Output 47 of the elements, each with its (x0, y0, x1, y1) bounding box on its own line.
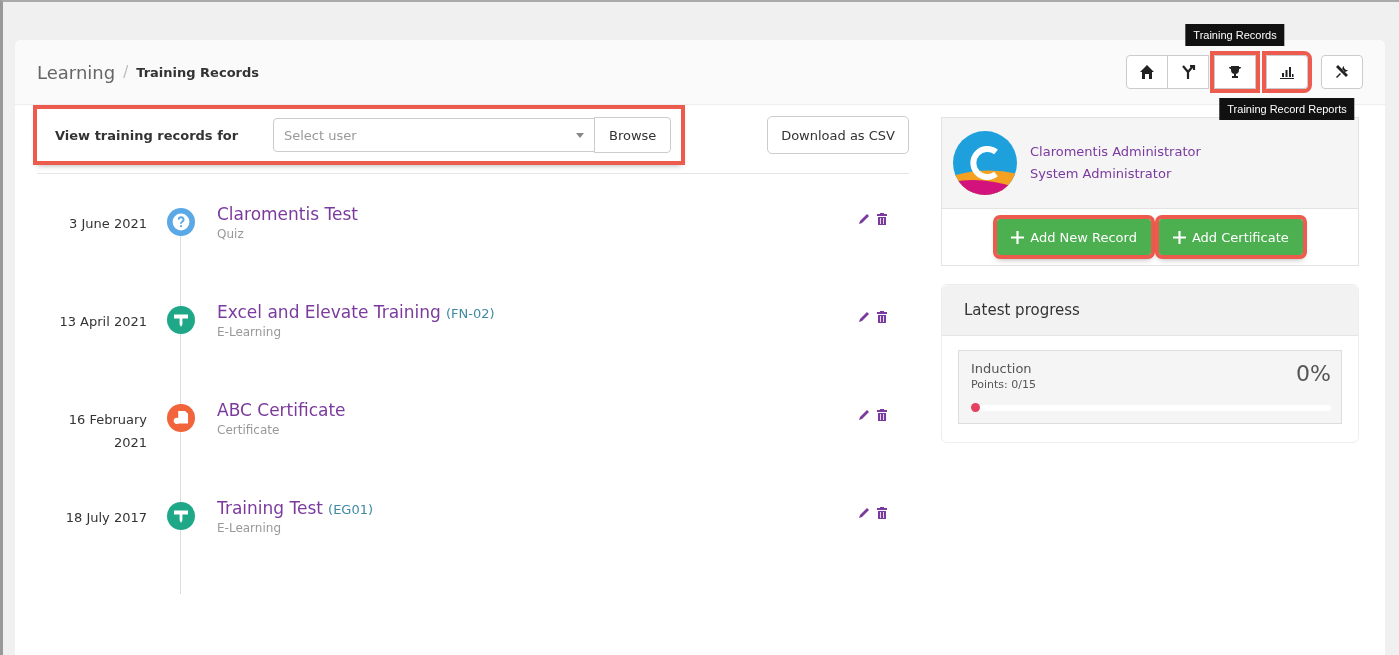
profile-role[interactable]: System Administrator (1030, 163, 1201, 185)
record-title[interactable]: ABC Certificate (217, 400, 346, 420)
tools-button[interactable] (1321, 55, 1363, 89)
record-title[interactable]: Training Test (217, 498, 323, 518)
delete-icon[interactable] (875, 506, 889, 520)
edit-icon[interactable] (857, 408, 871, 422)
record-code: (EG01) (328, 502, 374, 517)
edit-icon[interactable] (857, 310, 871, 324)
record-date: 18 July 2017 (64, 509, 147, 527)
tooltip: Training Records (1185, 24, 1285, 46)
chart-icon (1279, 64, 1295, 80)
record-date: 13 April 2021 (58, 313, 147, 331)
plus-icon (1011, 230, 1025, 244)
delete-icon[interactable] (875, 212, 889, 226)
panel-title: Latest progress (942, 285, 1358, 336)
fork-button[interactable] (1167, 55, 1209, 89)
edit-icon[interactable] (857, 506, 871, 520)
breadcrumb-current: Training Records (136, 64, 259, 80)
tooltip: Training Record Reports (1219, 98, 1355, 120)
browse-button[interactable]: Browse (594, 117, 672, 153)
breadcrumb-separator: / (123, 63, 129, 81)
trophy-icon (1227, 64, 1243, 80)
caret-icon (576, 132, 584, 138)
percent-text: 0% (1296, 361, 1331, 386)
tools-icon (1334, 64, 1350, 80)
points-text: Points: 0/15 (971, 378, 1036, 391)
profile-name[interactable]: Claromentis Administrator (1030, 141, 1201, 163)
record-code: (FN-02) (445, 306, 495, 321)
download-csv-button[interactable]: Download as CSV (767, 116, 909, 154)
filter-label: View training records for (55, 127, 240, 143)
fork-icon (1180, 64, 1196, 80)
record-title[interactable]: Excel and Elevate Training (217, 302, 441, 322)
record-date: 16 February 2021 (67, 411, 147, 452)
record-type: E-Learning (217, 521, 282, 535)
home-button[interactable] (1126, 55, 1168, 89)
record-date: 3 June 2021 (68, 215, 147, 233)
edit-icon[interactable] (857, 212, 871, 226)
breadcrumb-link[interactable]: Learning (37, 61, 116, 83)
home-icon (1139, 64, 1155, 80)
record-type: E-Learning (217, 325, 282, 339)
course-name: Induction (971, 361, 1033, 376)
record-type: Certificate (217, 423, 281, 437)
delete-icon[interactable] (875, 408, 889, 422)
record-title[interactable]: Claromentis Test (217, 204, 358, 224)
record-type: Quiz (217, 227, 245, 241)
delete-icon[interactable] (875, 310, 889, 324)
plus-icon (1172, 230, 1186, 244)
